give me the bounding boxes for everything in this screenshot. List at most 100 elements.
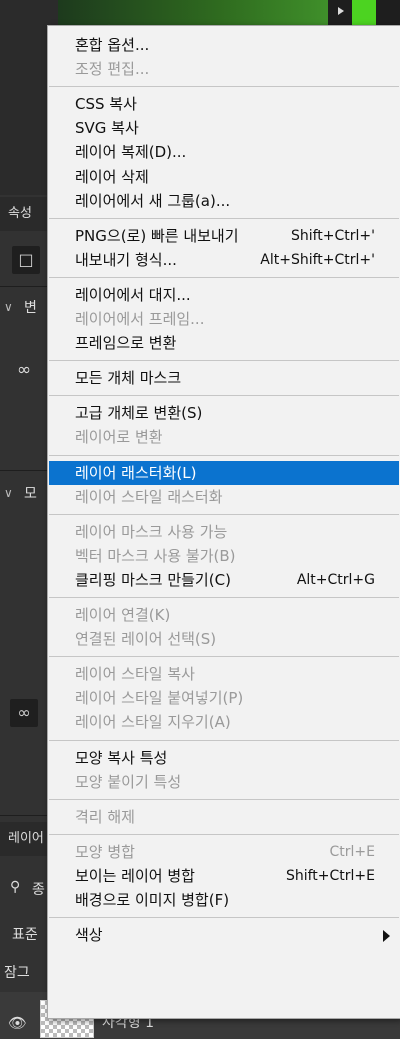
menu-item: 레이어 스타일 복사 [49, 662, 399, 686]
menu-item-label: 벡터 마스크 사용 불가(B) [75, 546, 236, 565]
menu-item[interactable]: 내보내기 형식... Alt+Shift+Ctrl+' [49, 248, 399, 272]
menu-item: 레이어 마스크 사용 가능 [49, 520, 399, 544]
menu-separator [49, 513, 399, 515]
menu-item-label: 레이어에서 프레임... [75, 310, 205, 328]
menu-separator [49, 360, 399, 362]
menu-item-label: 레이어 마스크 사용 가능 [75, 522, 228, 541]
divider [0, 286, 48, 287]
menu-item-shortcut: Alt+Ctrl+G [296, 571, 375, 588]
menu-item[interactable]: 레이어 복제(D)... [49, 140, 399, 164]
shape-properties-icon[interactable]: □ [12, 246, 40, 274]
menu-item-label: 레이어 래스터화(L) [75, 463, 197, 482]
menu-item[interactable]: 모든 개체 마스크 [49, 366, 399, 390]
blend-mode-select[interactable]: 표준 [12, 924, 38, 944]
menu-item-label: 클리핑 마스크 만들기(C) [75, 570, 231, 589]
menu-item-label: 내보내기 형식... [75, 250, 177, 269]
menu-separator [49, 395, 399, 397]
menu-item[interactable]: 색상 [49, 923, 399, 947]
menu-item-shortcut: Shift+Ctrl+E [285, 867, 375, 884]
menu-item-label: 레이어에서 대지... [75, 285, 191, 304]
canvas-preview [58, 0, 328, 28]
menu-item: 레이어 스타일 지우기(A) [49, 710, 399, 734]
menu-item-label: 모든 개체 마스크 [75, 369, 182, 388]
menu-item-shortcut: Ctrl+E [329, 843, 376, 860]
menu-item: 레이어로 변환 [49, 425, 399, 449]
menu-item-shortcut: Alt+Shift+Ctrl+' [260, 251, 375, 268]
menu-separator [49, 276, 399, 278]
menu-item-label: 고급 개체로 변환(S) [75, 404, 203, 423]
menu-item[interactable]: 레이어 래스터화(L) [49, 460, 399, 485]
menu-item-label: 모양 병합 [75, 842, 135, 861]
layer-filter-label[interactable]: 종 [32, 879, 45, 899]
menu-item-label: 레이어 복제(D)... [75, 143, 187, 162]
menu-item: 조정 편집... [49, 57, 399, 81]
menu-separator [49, 739, 399, 741]
menu-item-label: 레이어 스타일 붙여넣기(P) [75, 689, 244, 708]
section-transform-label: 변 [24, 300, 37, 316]
menu-item[interactable]: 프레임으로 변환 [49, 331, 399, 355]
search-icon[interactable]: ⚲ [10, 879, 20, 895]
submenu-arrow-icon [383, 930, 390, 943]
menu-item: 레이어 연결(K) [49, 603, 399, 627]
divider [0, 815, 48, 816]
menu-item[interactable]: CSS 복사 [49, 92, 399, 116]
menu-separator [49, 217, 399, 219]
menu-item-shortcut: Shift+Ctrl+' [290, 227, 375, 244]
menu-separator [49, 798, 399, 800]
menu-separator [49, 656, 399, 658]
menu-separator [49, 833, 399, 835]
menu-item[interactable]: 혼합 옵션... [49, 33, 399, 57]
menu-item-label: 배경으로 이미지 병합(F) [75, 891, 230, 909]
menu-item: 모양 붙이기 특성 [49, 770, 399, 794]
menu-item[interactable]: 보이는 레이어 병합 Shift+Ctrl+E [49, 864, 399, 888]
menu-item-label: 프레임으로 변환 [75, 334, 177, 353]
menu-item-label: 레이어로 변환 [75, 428, 163, 447]
visibility-eye-icon[interactable]: 👁 [8, 1014, 27, 1032]
menu-item: 레이어 스타일 붙여넣기(P) [49, 686, 399, 710]
menu-item-label: 연결된 레이어 선택(S) [75, 630, 217, 649]
menu-item-label: 레이어 스타일 지우기(A) [75, 713, 231, 732]
link-icon[interactable]: ∞ [10, 699, 38, 727]
menu-item-label: PNG으(로) 빠른 내보내기 [75, 226, 239, 245]
menu-item-label: CSS 복사 [75, 95, 137, 114]
menu-item-label: 혼합 옵션... [75, 36, 150, 54]
menu-item-label: 보이는 레이어 병합 [75, 866, 195, 885]
menu-item: 연결된 레이어 선택(S) [49, 627, 399, 651]
menu-separator [49, 454, 399, 456]
foreground-color-swatch[interactable] [352, 0, 376, 26]
menu-item-label: 레이어 삭제 [75, 167, 149, 186]
menu-item[interactable]: 레이어 삭제 [49, 165, 399, 189]
tab-properties[interactable]: 속성 [0, 197, 48, 231]
menu-separator [49, 86, 399, 88]
menu-item-label: 레이어에서 새 그룹(a)... [75, 191, 231, 210]
expand-icon[interactable] [338, 7, 344, 15]
menu-item-label: 모양 붙이기 특성 [75, 772, 182, 791]
divider [0, 470, 48, 471]
menu-item[interactable]: 모양 복사 특성 [49, 746, 399, 770]
lock-label: 잠그 [4, 965, 30, 981]
menu-item-label: 레이어 연결(K) [75, 606, 171, 624]
menu-item: 모양 병합 Ctrl+E [49, 840, 399, 864]
menu-item[interactable]: 클리핑 마스크 만들기(C) Alt+Ctrl+G [49, 568, 399, 592]
menu-item-label: 격리 해제 [75, 807, 135, 826]
menu-item-label: 조정 편집... [75, 60, 150, 79]
menu-item[interactable]: 고급 개체로 변환(S) [49, 401, 399, 425]
menu-item[interactable]: 레이어에서 새 그룹(a)... [49, 189, 399, 213]
menu-item[interactable]: 배경으로 이미지 병합(F) [49, 888, 399, 912]
layer-context-menu: 혼합 옵션... 조정 편집... CSS 복사 SVG 복사레이어 복제(D)...… [47, 25, 400, 1019]
menu-item: 벡터 마스크 사용 불가(B) [49, 544, 399, 568]
menu-item-label: 색상 [75, 926, 103, 945]
tab-layers[interactable]: 레이어 [0, 822, 48, 856]
menu-item[interactable]: PNG으(로) 빠른 내보내기 Shift+Ctrl+' [49, 224, 399, 248]
menu-separator [49, 597, 399, 598]
menu-item: 레이어 스타일 래스터화 [49, 485, 399, 509]
menu-item[interactable]: SVG 복사 [49, 116, 399, 140]
link-icon[interactable]: ∞ [17, 360, 31, 380]
chevron-down-icon[interactable]: ∨ [4, 486, 13, 500]
menu-item-label: SVG 복사 [75, 119, 139, 138]
menu-item-label: 레이어 스타일 복사 [75, 665, 195, 684]
menu-item-label: 레이어 스타일 래스터화 [75, 487, 223, 506]
section-shape-label: 모 [24, 486, 37, 502]
chevron-down-icon[interactable]: ∨ [4, 300, 13, 314]
menu-item[interactable]: 레이어에서 대지... [49, 283, 399, 307]
